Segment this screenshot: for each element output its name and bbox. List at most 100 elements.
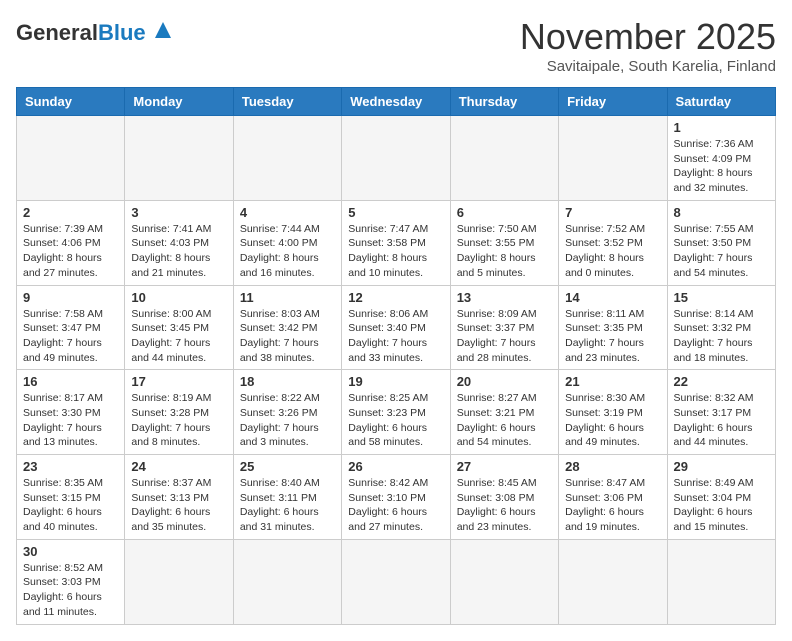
weekday-header-sunday: Sunday <box>17 88 125 116</box>
calendar-week-row: 30Sunrise: 8:52 AM Sunset: 3:03 PM Dayli… <box>17 539 776 624</box>
day-info: Sunrise: 8:32 AM Sunset: 3:17 PM Dayligh… <box>674 391 769 450</box>
day-info: Sunrise: 8:35 AM Sunset: 3:15 PM Dayligh… <box>23 476 118 535</box>
day-info: Sunrise: 8:30 AM Sunset: 3:19 PM Dayligh… <box>565 391 660 450</box>
logo-general-text: General <box>16 20 98 46</box>
calendar-cell: 4 Sunrise: 7:44 AM Sunset: 4:00 PM Daylig… <box>233 200 341 285</box>
calendar-week-row: 9 Sunrise: 7:58 AM Sunset: 3:47 PM Daylig… <box>17 285 776 370</box>
day-number: 1 <box>674 120 769 135</box>
day-info: Sunrise: 7:52 AM Sunset: 3:52 PM Dayligh… <box>565 222 660 281</box>
day-info: Sunrise: 8:37 AM Sunset: 3:13 PM Dayligh… <box>131 476 226 535</box>
calendar-cell: 19 Sunrise: 8:25 AM Sunset: 3:23 PM Dayli… <box>342 370 450 455</box>
day-number: 27 <box>457 459 552 474</box>
title-area: November 2025 Savitaipale, South Karelia… <box>520 16 776 75</box>
day-info: Sunrise: 8:40 AM Sunset: 3:11 PM Dayligh… <box>240 476 335 535</box>
day-number: 11 <box>240 290 335 305</box>
logo-icon <box>149 16 177 49</box>
day-info: Sunrise: 7:50 AM Sunset: 3:55 PM Dayligh… <box>457 222 552 281</box>
day-number: 17 <box>131 374 226 389</box>
calendar-cell <box>450 539 558 624</box>
calendar-cell: 24Sunrise: 8:37 AM Sunset: 3:13 PM Dayli… <box>125 455 233 540</box>
day-info: Sunrise: 7:44 AM Sunset: 4:00 PM Dayligh… <box>240 222 335 281</box>
calendar-cell <box>559 116 667 201</box>
weekday-header-saturday: Saturday <box>667 88 775 116</box>
calendar-cell <box>342 116 450 201</box>
day-info: Sunrise: 8:06 AM Sunset: 3:40 PM Dayligh… <box>348 307 443 366</box>
day-number: 10 <box>131 290 226 305</box>
day-number: 30 <box>23 544 118 559</box>
day-number: 22 <box>674 374 769 389</box>
weekday-header-tuesday: Tuesday <box>233 88 341 116</box>
day-number: 13 <box>457 290 552 305</box>
calendar-cell <box>450 116 558 201</box>
calendar-cell <box>559 539 667 624</box>
calendar-table: SundayMondayTuesdayWednesdayThursdayFrid… <box>16 87 776 625</box>
day-number: 4 <box>240 205 335 220</box>
calendar-cell <box>17 116 125 201</box>
calendar-cell: 2Sunrise: 7:39 AM Sunset: 4:06 PM Daylig… <box>17 200 125 285</box>
day-number: 19 <box>348 374 443 389</box>
calendar-cell <box>125 116 233 201</box>
day-number: 2 <box>23 205 118 220</box>
day-info: Sunrise: 8:19 AM Sunset: 3:28 PM Dayligh… <box>131 391 226 450</box>
calendar-cell: 18 Sunrise: 8:22 AM Sunset: 3:26 PM Dayli… <box>233 370 341 455</box>
day-number: 5 <box>348 205 443 220</box>
calendar-cell: 7 Sunrise: 7:52 AM Sunset: 3:52 PM Daylig… <box>559 200 667 285</box>
day-info: Sunrise: 8:09 AM Sunset: 3:37 PM Dayligh… <box>457 307 552 366</box>
day-info: Sunrise: 7:41 AM Sunset: 4:03 PM Dayligh… <box>131 222 226 281</box>
calendar-cell: 20Sunrise: 8:27 AM Sunset: 3:21 PM Dayli… <box>450 370 558 455</box>
day-info: Sunrise: 7:47 AM Sunset: 3:58 PM Dayligh… <box>348 222 443 281</box>
day-number: 26 <box>348 459 443 474</box>
day-number: 12 <box>348 290 443 305</box>
day-info: Sunrise: 8:03 AM Sunset: 3:42 PM Dayligh… <box>240 307 335 366</box>
month-year-title: November 2025 <box>520 16 776 58</box>
day-info: Sunrise: 8:42 AM Sunset: 3:10 PM Dayligh… <box>348 476 443 535</box>
day-info: Sunrise: 8:11 AM Sunset: 3:35 PM Dayligh… <box>565 307 660 366</box>
day-info: Sunrise: 8:49 AM Sunset: 3:04 PM Dayligh… <box>674 476 769 535</box>
day-number: 3 <box>131 205 226 220</box>
calendar-cell: 17 Sunrise: 8:19 AM Sunset: 3:28 PM Dayli… <box>125 370 233 455</box>
calendar-cell: 3 Sunrise: 7:41 AM Sunset: 4:03 PM Daylig… <box>125 200 233 285</box>
calendar-cell <box>342 539 450 624</box>
weekday-header-thursday: Thursday <box>450 88 558 116</box>
calendar-cell: 25 Sunrise: 8:40 AM Sunset: 3:11 PM Dayli… <box>233 455 341 540</box>
day-number: 18 <box>240 374 335 389</box>
day-number: 25 <box>240 459 335 474</box>
day-info: Sunrise: 7:36 AM Sunset: 4:09 PM Dayligh… <box>674 137 769 196</box>
day-info: Sunrise: 8:00 AM Sunset: 3:45 PM Dayligh… <box>131 307 226 366</box>
calendar-cell: 1 Sunrise: 7:36 AM Sunset: 4:09 PM Daylig… <box>667 116 775 201</box>
calendar-week-row: 2Sunrise: 7:39 AM Sunset: 4:06 PM Daylig… <box>17 200 776 285</box>
calendar-cell: 14 Sunrise: 8:11 AM Sunset: 3:35 PM Dayli… <box>559 285 667 370</box>
day-info: Sunrise: 8:14 AM Sunset: 3:32 PM Dayligh… <box>674 307 769 366</box>
calendar-cell: 21Sunrise: 8:30 AM Sunset: 3:19 PM Dayli… <box>559 370 667 455</box>
day-number: 20 <box>457 374 552 389</box>
calendar-cell: 15Sunrise: 8:14 AM Sunset: 3:32 PM Dayli… <box>667 285 775 370</box>
calendar-cell: 8Sunrise: 7:55 AM Sunset: 3:50 PM Daylig… <box>667 200 775 285</box>
calendar-week-row: 23 Sunrise: 8:35 AM Sunset: 3:15 PM Dayli… <box>17 455 776 540</box>
weekday-header-row: SundayMondayTuesdayWednesdayThursdayFrid… <box>17 88 776 116</box>
day-info: Sunrise: 8:22 AM Sunset: 3:26 PM Dayligh… <box>240 391 335 450</box>
day-number: 14 <box>565 290 660 305</box>
calendar-cell <box>233 539 341 624</box>
day-info: Sunrise: 8:25 AM Sunset: 3:23 PM Dayligh… <box>348 391 443 450</box>
calendar-cell: 16 Sunrise: 8:17 AM Sunset: 3:30 PM Dayli… <box>17 370 125 455</box>
day-number: 9 <box>23 290 118 305</box>
calendar-cell <box>233 116 341 201</box>
day-number: 7 <box>565 205 660 220</box>
calendar-week-row: 1 Sunrise: 7:36 AM Sunset: 4:09 PM Daylig… <box>17 116 776 201</box>
calendar-cell: 22 Sunrise: 8:32 AM Sunset: 3:17 PM Dayli… <box>667 370 775 455</box>
calendar-cell: 9 Sunrise: 7:58 AM Sunset: 3:47 PM Daylig… <box>17 285 125 370</box>
calendar-cell: 27 Sunrise: 8:45 AM Sunset: 3:08 PM Dayli… <box>450 455 558 540</box>
logo-blue-text: Blue <box>98 20 146 46</box>
day-number: 28 <box>565 459 660 474</box>
location-subtitle: Savitaipale, South Karelia, Finland <box>520 58 776 75</box>
calendar-cell <box>125 539 233 624</box>
calendar-cell: 13 Sunrise: 8:09 AM Sunset: 3:37 PM Dayli… <box>450 285 558 370</box>
day-info: Sunrise: 8:17 AM Sunset: 3:30 PM Dayligh… <box>23 391 118 450</box>
calendar-cell: 11 Sunrise: 8:03 AM Sunset: 3:42 PM Dayli… <box>233 285 341 370</box>
day-number: 16 <box>23 374 118 389</box>
calendar-cell: 29Sunrise: 8:49 AM Sunset: 3:04 PM Dayli… <box>667 455 775 540</box>
day-info: Sunrise: 8:45 AM Sunset: 3:08 PM Dayligh… <box>457 476 552 535</box>
calendar-cell: 5 Sunrise: 7:47 AM Sunset: 3:58 PM Daylig… <box>342 200 450 285</box>
day-number: 23 <box>23 459 118 474</box>
day-info: Sunrise: 7:58 AM Sunset: 3:47 PM Dayligh… <box>23 307 118 366</box>
